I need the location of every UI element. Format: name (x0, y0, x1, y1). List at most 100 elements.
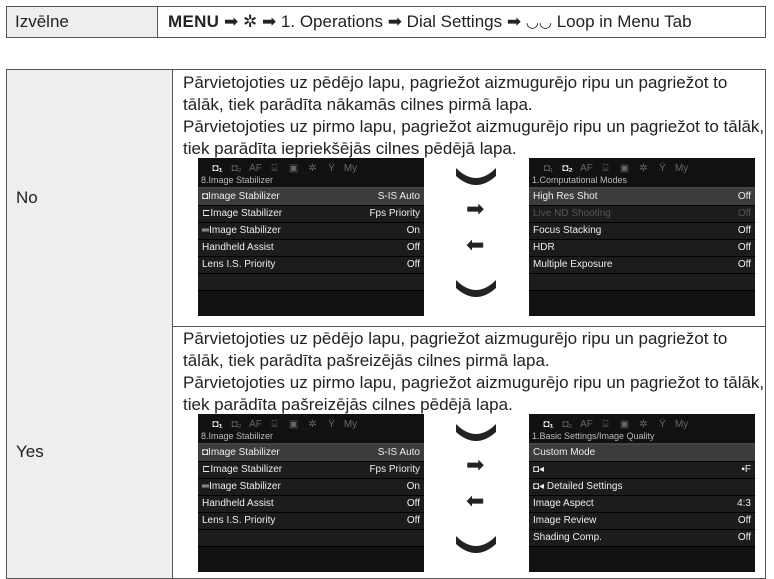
arrow-icon: ➡ (224, 12, 243, 31)
menu-item: ⊏Image Stabilizer Fps Priority (198, 206, 424, 223)
menu-path-middle: 1. Operations ➡ Dial Settings ➡ (280, 12, 526, 31)
menu-tabs: ◘₁ ◘₂ AF ⌸ ▣ ✲ Ÿ My (529, 158, 755, 174)
tab-setup-icon: Ÿ (328, 419, 335, 430)
menu-item-empty (529, 274, 755, 291)
row-description: Pārvietojoties uz pēdējo lapu, pagriežot… (183, 72, 765, 160)
tab-af: AF (249, 419, 262, 430)
menu-path: MENU ➡ ✲ ➡ 1. Operations ➡ Dial Settings… (158, 7, 765, 37)
arrow-right-icon: ➡ (466, 452, 485, 477)
gear-icon: ✲ (242, 12, 258, 31)
menu-item: Multiple Exposure Off (529, 257, 755, 274)
menu-path-header: Izvēlne MENU ➡ ✲ ➡ 1. Operations ➡ Dial … (6, 6, 766, 38)
row-content: Pārvietojoties uz pēdējo lapu, pagriežot… (173, 70, 765, 326)
tab-shooting1-icon: ◘₁ (212, 163, 223, 174)
menu-item: Image Review Off (529, 513, 755, 530)
tab-my: My (674, 163, 689, 174)
dial-arrows: ➡ ⬅ (448, 418, 508, 578)
menu-item-empty (198, 530, 424, 547)
menu-item: Lens I.S. Priority Off (198, 257, 424, 274)
menu-title: 1.Basic Settings/Image Quality (529, 430, 755, 445)
menu-path-end: Loop in Menu Tab (556, 12, 692, 31)
tab-shooting1-icon: ◘₁ (543, 419, 554, 430)
menu-item: Live ND Shooting Off (529, 206, 755, 223)
tab-my: My (343, 163, 358, 174)
menu-item: High Res Shot Off (529, 189, 755, 206)
tab-af: AF (580, 419, 593, 430)
table-row: No Pārvietojoties uz pēdējo lapu, pagrie… (7, 70, 765, 327)
menu-item: ◘Image Stabilizer S-IS Auto (198, 445, 424, 462)
menu-title: 1.Computational Modes (529, 174, 755, 189)
rear-dial-icon (456, 168, 496, 185)
arrow-right-icon: ➡ (466, 196, 485, 221)
camera-menu-screen: ◘₁ ◘₂ AF ⌸ ▣ ✲ Ÿ My 1.Computational Mode… (529, 158, 755, 316)
tab-video-icon: ⌸ (271, 419, 278, 430)
tab-video-icon: ⌸ (271, 163, 278, 174)
tab-shooting1-icon: ◘₁ (543, 163, 554, 174)
tab-playback-icon: ▣ (619, 163, 630, 174)
tab-af: AF (249, 163, 262, 174)
menu-item: Image Aspect 4:3 (529, 496, 755, 513)
row-label: Yes (7, 326, 173, 578)
menu-tabs: ◘₁ ◘₂ AF ⌸ ▣ ✲ Ÿ My (529, 414, 755, 430)
tab-gear-icon: ✲ (308, 163, 317, 174)
row-content: Pārvietojoties uz pēdējo lapu, pagriežot… (173, 326, 765, 578)
camera-menu-screen: ◘₁ ◘₂ AF ⌸ ▣ ✲ Ÿ My 8.Image Stabilizer ◘… (198, 414, 424, 572)
menu-tabs: ◘₁ ◘₂ AF ⌸ ▣ ✲ Ÿ My (198, 414, 424, 430)
arrow-left-icon: ⬅ (466, 488, 485, 513)
tab-shooting1-icon: ◘₁ (212, 419, 223, 430)
menu-item: Shading Comp. Off (529, 530, 755, 547)
menu-item: ◘◂ ▪F (529, 462, 755, 479)
camera-audio-icon: ◘◂ (533, 464, 545, 475)
rear-dial-icon (456, 424, 496, 441)
menu-item: Lens I.S. Priority Off (198, 513, 424, 530)
camera-menu-screen: ◘₁ ◘₂ AF ⌸ ▣ ✲ Ÿ My 1.Basic Settings/Ima… (529, 414, 755, 572)
tab-gear-icon: ✲ (639, 419, 648, 430)
menu-item: Handheld Assist Off (198, 496, 424, 513)
menu-item: ⊏Image Stabilizer Fps Priority (198, 462, 424, 479)
tab-setup-icon: Ÿ (659, 163, 666, 174)
arrow-icon: ➡ (261, 12, 281, 31)
tab-video-icon: ⌸ (602, 419, 609, 430)
tab-playback-icon: ▣ (288, 419, 299, 430)
menu-item: Handheld Assist Off (198, 240, 424, 257)
tab-shooting2-icon: ◘₂ (231, 163, 242, 174)
tab-setup-icon: Ÿ (328, 163, 335, 174)
tab-video-icon: ⌸ (602, 163, 609, 174)
tab-shooting2-icon: ◘₂ (231, 419, 242, 430)
tab-gear-icon: ✲ (308, 419, 317, 430)
tab-shooting2-icon: ◘₂ (562, 419, 573, 430)
menu-item: ◘Image Stabilizer S-IS Auto (198, 189, 424, 206)
header-label: Izvēlne (7, 7, 158, 37)
loop-icon: ◡◡ (525, 14, 552, 31)
tab-setup-icon: Ÿ (659, 419, 666, 430)
dial-arrows: ➡ ⬅ (448, 162, 508, 322)
menu-item: HDR Off (529, 240, 755, 257)
menu-item: Focus Stacking Off (529, 223, 755, 240)
tab-my: My (343, 419, 358, 430)
menu-title: 8.Image Stabilizer (198, 174, 424, 189)
menu-title: 8.Image Stabilizer (198, 430, 424, 445)
menu-tabs: ◘₁ ◘₂ AF ⌸ ▣ ✲ Ÿ My (198, 158, 424, 174)
menu-item: ═Image Stabilizer On (198, 223, 424, 240)
desc-paragraph: Pārvietojoties uz pēdējo lapu, pagriežot… (183, 329, 728, 370)
tab-shooting2-icon: ◘₂ (562, 163, 573, 174)
desc-paragraph: Pārvietojoties uz pirmo lapu, pagriežot … (183, 373, 765, 414)
arrow-left-icon: ⬅ (466, 232, 485, 257)
desc-paragraph: Pārvietojoties uz pirmo lapu, pagriežot … (183, 117, 765, 158)
camera-menu-screen: ◘₁ ◘₂ AF ⌸ ▣ ✲ Ÿ My 8.Image Stabilizer ◘… (198, 158, 424, 316)
tab-gear-icon: ✲ (639, 163, 648, 174)
desc-paragraph: Pārvietojoties uz pēdējo lapu, pagriežot… (183, 73, 728, 114)
tab-playback-icon: ▣ (619, 419, 630, 430)
menu-keyword: MENU (168, 12, 220, 31)
menu-item-empty (198, 274, 424, 291)
settings-table: No Pārvietojoties uz pēdējo lapu, pagrie… (6, 69, 766, 579)
menu-item: Custom Mode (529, 445, 755, 462)
rear-dial-icon (456, 536, 496, 553)
tab-my: My (674, 419, 689, 430)
tab-playback-icon: ▣ (288, 163, 299, 174)
menu-item: ═Image Stabilizer On (198, 479, 424, 496)
row-description: Pārvietojoties uz pēdējo lapu, pagriežot… (183, 328, 765, 416)
row-label: No (7, 70, 173, 326)
table-row: Yes Pārvietojoties uz pēdējo lapu, pagri… (7, 326, 765, 578)
camera-audio-icon: ◘◂ (533, 481, 547, 492)
